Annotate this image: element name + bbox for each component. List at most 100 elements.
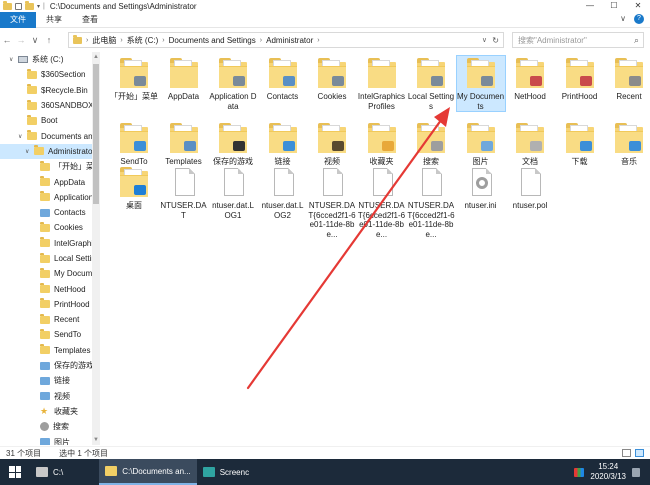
sidebar-item[interactable]: IntelGraphicsProfiles [0, 236, 100, 251]
details-view-button[interactable] [622, 449, 631, 457]
sidebar-item[interactable]: 视频 [0, 389, 100, 404]
minimize-button[interactable]: — [578, 0, 602, 12]
sidebar-item[interactable]: Recent [0, 312, 100, 327]
folder-item[interactable]: 视频 [308, 121, 356, 167]
file-item[interactable]: ntuser.dat.LOG1 [209, 165, 257, 220]
folder-item[interactable]: 收藏夹 [358, 121, 406, 167]
folder-item[interactable]: SendTo [110, 121, 158, 167]
folder-item[interactable]: Contacts [259, 56, 307, 102]
help-icon[interactable]: ? [634, 14, 644, 24]
folder-item[interactable]: 保存的游戏 [209, 121, 257, 167]
sidebar-item[interactable]: 保存的游戏 [0, 358, 100, 373]
folder-overlay-icon [579, 141, 592, 151]
breadcrumb-administrator[interactable]: Administrator [266, 36, 313, 45]
chevron-down-icon[interactable]: ∨ [25, 148, 29, 155]
file-item[interactable]: NTUSER.DAT{6cced2f1-6e01-11de-8be... [407, 165, 455, 239]
tab-file[interactable]: 文件 [0, 11, 36, 28]
folder-item[interactable]: IntelGraphicsProfiles [358, 56, 406, 111]
folder-item[interactable]: Application Data [209, 56, 257, 111]
start-button[interactable] [0, 459, 30, 485]
refresh-icon[interactable]: ↻ [492, 36, 499, 45]
clock[interactable]: 15:24 2020/3/13 [590, 462, 626, 482]
address-dropdown-icon[interactable]: ∨ [482, 36, 487, 44]
folder-item[interactable]: 图片 [457, 121, 505, 167]
taskbar-item-screenc[interactable]: Screenc [197, 459, 255, 485]
tab-view[interactable]: 查看 [72, 12, 108, 28]
scroll-down-icon[interactable]: ▼ [92, 437, 100, 443]
up-button[interactable]: ↑ [42, 35, 56, 45]
folder-item[interactable]: PrintHood [556, 56, 604, 102]
notifications-icon[interactable] [632, 467, 640, 477]
sidebar-item[interactable]: My Documents [0, 266, 100, 281]
sidebar-item[interactable]: NetHood [0, 281, 100, 296]
sidebar-item[interactable]: Templates [0, 343, 100, 358]
breadcrumb-this-pc[interactable]: 此电脑 [92, 35, 116, 46]
new-folder-icon[interactable] [25, 0, 34, 10]
sidebar-item[interactable]: 360SANDBOX [0, 98, 100, 113]
navigation-pane-scrollbar[interactable]: ▲ ▼ [92, 52, 100, 445]
sidebar-item[interactable]: Local Settings [0, 251, 100, 266]
sidebar-item[interactable]: 链接 [0, 373, 100, 388]
forward-button[interactable]: → [14, 35, 28, 45]
taskbar-item-explorer[interactable]: C:\Documents an... [99, 459, 197, 485]
expand-ribbon-icon[interactable]: ∨ [620, 14, 626, 24]
sidebar-item[interactable]: Application Data [0, 190, 100, 205]
sidebar-item[interactable]: ∨Documents and Settings [0, 128, 100, 143]
customize-dropdown-icon[interactable]: ▾ [37, 3, 40, 10]
sidebar-item[interactable]: ∨ 系统 (C:) [0, 52, 100, 67]
chevron-down-icon[interactable]: ∨ [9, 56, 13, 63]
sidebar-item[interactable]: AppData [0, 174, 100, 189]
folder-item[interactable]: Local Settings [407, 56, 455, 111]
sidebar-item[interactable]: SendTo [0, 327, 100, 342]
folder-item[interactable]: Templates [160, 121, 208, 167]
large-icons-view-button[interactable] [635, 449, 644, 457]
breadcrumb-system-c[interactable]: 系统 (C:) [127, 35, 159, 46]
sidebar-item[interactable]: $360Section [0, 67, 100, 82]
file-item[interactable]: NTUSER.DAT [160, 165, 208, 220]
close-button[interactable]: ✕ [626, 0, 650, 12]
file-item[interactable]: NTUSER.DAT{6cced2f1-6e01-11de-8be... [358, 165, 406, 239]
folder-item[interactable]: 下载 [556, 121, 604, 167]
sidebar-item[interactable]: Cookies [0, 220, 100, 235]
breadcrumb-documents-and-settings[interactable]: Documents and Settings [169, 36, 256, 45]
recent-locations-button[interactable]: ∨ [28, 35, 42, 46]
search-icon[interactable]: ⌕ [634, 35, 639, 46]
tray-app-icon[interactable] [574, 467, 585, 477]
tab-share[interactable]: 共享 [36, 12, 72, 28]
folder-item[interactable]: 文档 [506, 121, 554, 167]
special-icon [40, 392, 50, 401]
back-button[interactable]: ← [0, 35, 14, 45]
file-item[interactable]: ntuser.dat.LOG2 [259, 165, 307, 220]
address-bar[interactable]: › 此电脑 › 系统 (C:) › Documents and Settings… [68, 32, 504, 48]
sidebar-item[interactable]: Contacts [0, 205, 100, 220]
sidebar-item[interactable]: 图片 [0, 434, 100, 445]
sidebar-item[interactable]: $Recycle.Bin [0, 83, 100, 98]
folder-item[interactable]: NetHood [506, 56, 554, 102]
sidebar-item[interactable]: PrintHood [0, 297, 100, 312]
folder-item[interactable]: 「开始」菜单 [110, 56, 158, 102]
maximize-button[interactable]: ☐ [602, 0, 626, 12]
sidebar-item[interactable]: ∨ Administrator [0, 143, 100, 160]
sidebar-item[interactable]: 搜索 [0, 419, 100, 434]
properties-icon[interactable] [15, 2, 22, 10]
folder-item[interactable]: Cookies [308, 56, 356, 102]
folder-item[interactable]: Recent [605, 56, 650, 102]
taskbar-item-c-drive[interactable]: C:\ [30, 459, 69, 485]
sidebar-item[interactable]: ★ 收藏夹 [0, 404, 100, 419]
folder-item[interactable]: 搜索 [407, 121, 455, 167]
file-item[interactable]: ntuser.pol [506, 165, 554, 211]
sidebar-item[interactable]: Boot [0, 113, 100, 128]
search-input[interactable]: 搜索"Administrator" ⌕ [512, 32, 644, 48]
folder-item[interactable]: AppData [160, 56, 208, 102]
scroll-up-icon[interactable]: ▲ [92, 54, 100, 60]
file-item[interactable]: ntuser.ini [457, 165, 505, 211]
folder-icon [40, 221, 50, 232]
sidebar-item[interactable]: 「开始」菜单 [0, 159, 100, 174]
folder-item[interactable]: 桌面 [110, 165, 158, 211]
folder-item[interactable]: 链接 [259, 121, 307, 167]
folder-item[interactable]: My Documents [455, 55, 506, 112]
folder-item[interactable]: 音乐 [605, 121, 650, 167]
scrollbar-thumb[interactable] [93, 64, 99, 204]
chevron-down-icon[interactable]: ∨ [18, 133, 22, 140]
file-item[interactable]: NTUSER.DAT{6cced2f1-6e01-11de-8be... [308, 165, 356, 239]
